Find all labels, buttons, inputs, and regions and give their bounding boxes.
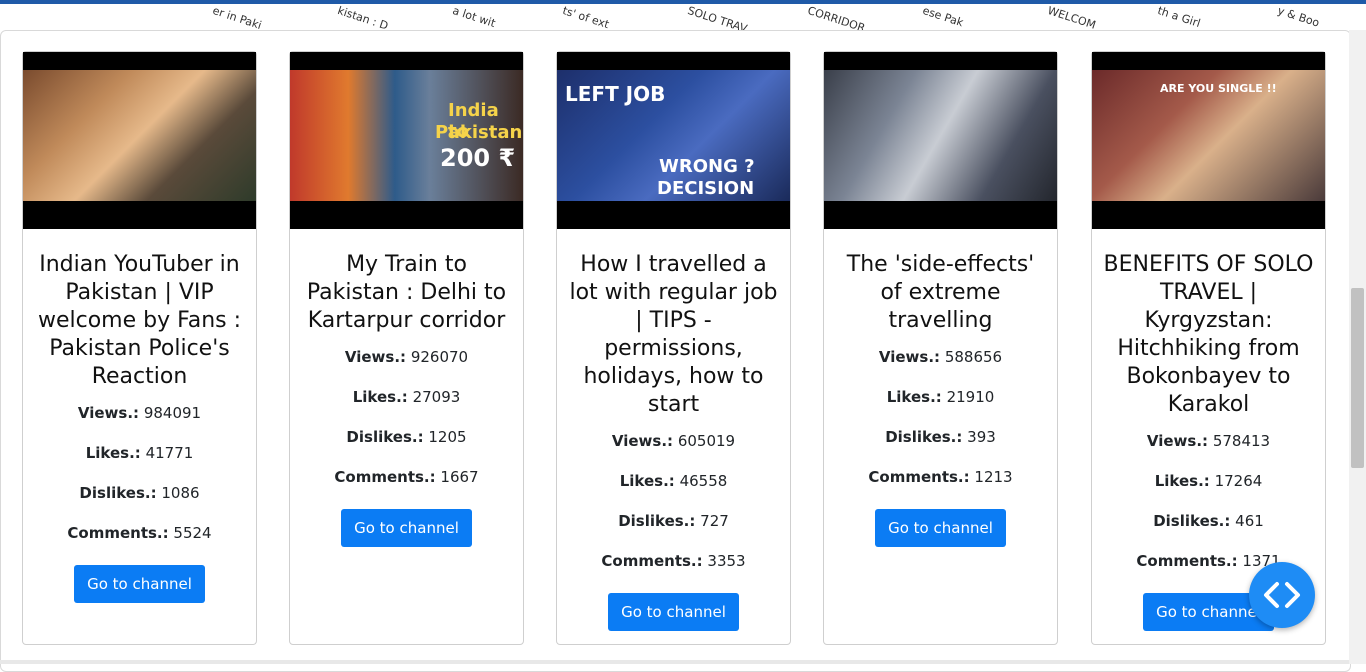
ticker-text: er in Paki [210, 4, 264, 33]
ticker-text: ese Pak [920, 4, 965, 30]
video-card: LEFT JOB WRONG ? DECISION How I travelle… [556, 51, 791, 645]
video-title: The 'side-effects' of extreme travelling [846, 252, 1035, 333]
bottom-divider [0, 660, 1349, 664]
video-thumbnail[interactable] [23, 52, 256, 229]
views-stat: Views.: 578413 [1146, 432, 1271, 450]
dislikes-stat: Dislikes.: 1205 [346, 428, 467, 446]
video-thumbnail[interactable] [824, 52, 1057, 229]
comments-stat: Comments.: 3353 [601, 552, 746, 570]
go-to-channel-button[interactable]: Go to channel [341, 509, 472, 547]
video-thumbnail[interactable]: ARE YOU SINGLE !! [1092, 52, 1325, 229]
likes-stat: Likes.: 41771 [85, 444, 194, 462]
ticker-text: a lot wit [450, 4, 498, 31]
video-title: BENEFITS OF SOLO TRAVEL | Kyrgyzstan: Hi… [1103, 252, 1314, 417]
video-title: How I travelled a lot with regular job |… [569, 252, 778, 417]
video-title: Indian YouTuber in Pakistan | VIP welcom… [37, 252, 242, 389]
ticker-text: WELCOM [1045, 4, 1098, 32]
comments-stat: Comments.: 5524 [67, 524, 212, 542]
video-thumbnail[interactable]: LEFT JOB WRONG ? DECISION [557, 52, 790, 229]
dislikes-stat: Dislikes.: 1086 [79, 484, 200, 502]
go-to-channel-button[interactable]: Go to channel [74, 565, 205, 603]
dislikes-stat: Dislikes.: 727 [618, 512, 729, 530]
views-stat: Views.: 588656 [878, 348, 1003, 366]
likes-stat: Likes.: 21910 [886, 388, 995, 406]
ticker-text: y & Boo [1275, 4, 1321, 30]
video-card: Indian YouTuber in Pakistan | VIP welcom… [22, 51, 257, 645]
vertical-scrollbar-thumb[interactable] [1351, 288, 1364, 468]
comments-stat: Comments.: 1667 [334, 468, 479, 486]
comments-stat: Comments.: 1213 [868, 468, 1013, 486]
dislikes-stat: Dislikes.: 461 [1153, 512, 1264, 530]
video-card: ARE YOU SINGLE !! BENEFITS OF SOLO TRAVE… [1091, 51, 1326, 645]
likes-stat: Likes.: 46558 [619, 472, 728, 490]
views-stat: Views.: 605019 [611, 432, 736, 450]
go-to-channel-button[interactable]: Go to channel [875, 509, 1006, 547]
ticker-text: kistan : D [335, 4, 390, 33]
code-toggle-button[interactable] [1249, 562, 1315, 628]
video-thumbnail[interactable]: India to Pakistan 200 ₹ [290, 52, 523, 229]
video-card: India to Pakistan 200 ₹ My Train to Paki… [289, 51, 524, 645]
views-stat: Views.: 926070 [344, 348, 469, 366]
likes-stat: Likes.: 17264 [1154, 472, 1263, 490]
ticker-text: ts' of ext [560, 4, 611, 32]
dislikes-stat: Dislikes.: 393 [885, 428, 996, 446]
video-card: The 'side-effects' of extreme travelling… [823, 51, 1058, 645]
views-stat: Views.: 984091 [77, 404, 202, 422]
video-title: My Train to Pakistan : Delhi to Kartarpu… [306, 252, 507, 333]
code-brackets-icon [1264, 582, 1300, 608]
go-to-channel-button[interactable]: Go to channel [608, 593, 739, 631]
likes-stat: Likes.: 27093 [352, 388, 461, 406]
ticker-text: th a Girl [1155, 4, 1203, 31]
